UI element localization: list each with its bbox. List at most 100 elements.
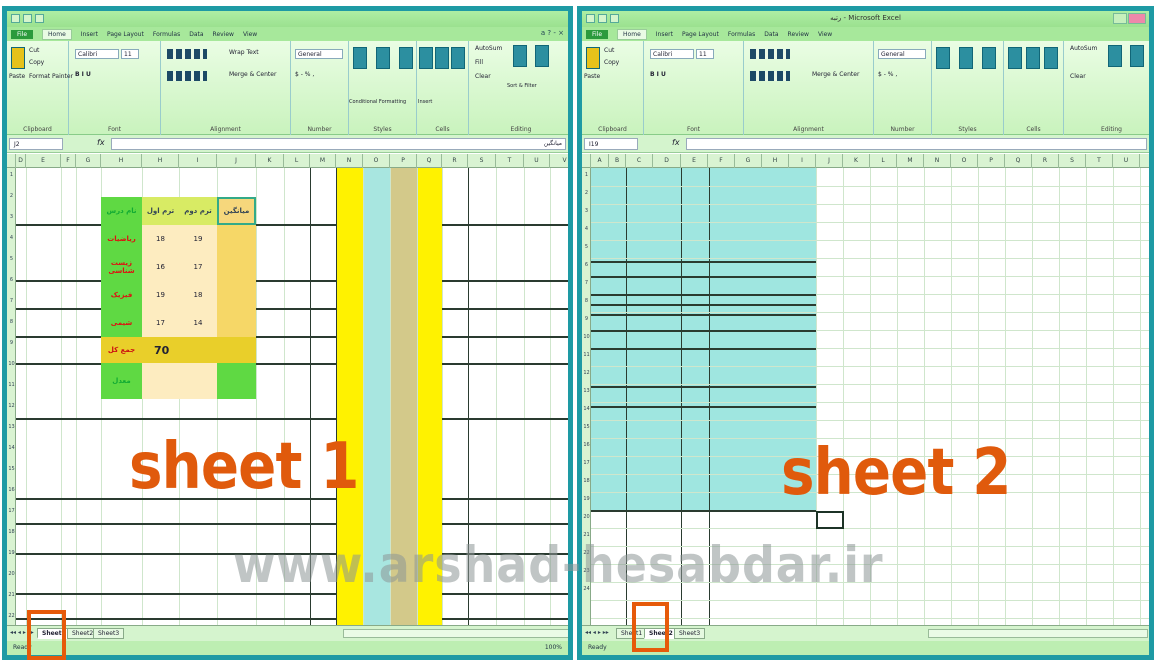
column-header[interactable]: C [626, 154, 653, 168]
row-header[interactable]: 14 [582, 406, 591, 412]
formula-input[interactable] [111, 138, 566, 150]
tab-review[interactable]: Review [213, 31, 234, 38]
row-header[interactable]: 9 [582, 316, 591, 322]
selected-cell-i19[interactable] [816, 511, 844, 529]
column-header[interactable]: N [924, 154, 951, 168]
row-header[interactable]: 6 [582, 262, 591, 268]
row-header[interactable]: 19 [582, 496, 591, 502]
row-header[interactable]: 16 [7, 487, 16, 493]
column-header[interactable]: O [363, 154, 390, 168]
header-term1[interactable]: ترم اول [142, 197, 179, 225]
formula-input[interactable] [686, 138, 1147, 150]
cell-styles-icon[interactable] [399, 47, 413, 69]
column-header[interactable]: K [256, 154, 284, 168]
column-header[interactable]: V [550, 154, 568, 168]
sort-filter-icon[interactable] [1108, 45, 1122, 67]
tab-nav-icons[interactable]: ◂◂ ◂ ▸ ▸▸ [585, 629, 609, 636]
column-header[interactable]: N [336, 154, 363, 168]
bold-button[interactable]: B I U [75, 71, 91, 78]
column-header[interactable]: L [870, 154, 897, 168]
select-all-corner[interactable] [582, 154, 591, 168]
tab-page-layout[interactable]: Page Layout [107, 31, 144, 38]
column-header[interactable]: B [609, 154, 626, 168]
row-header[interactable]: 13 [582, 388, 591, 394]
paste-button[interactable]: Paste [9, 73, 25, 80]
column-header[interactable]: G [76, 154, 101, 168]
row1-term2[interactable]: 19 [179, 225, 217, 253]
row-header[interactable]: 12 [582, 370, 591, 376]
number-format-select[interactable]: General [295, 49, 343, 59]
sheet-tab-3[interactable]: Sheet3 [674, 628, 706, 639]
row-header[interactable]: 14 [7, 445, 16, 451]
paste-icon[interactable] [586, 47, 600, 69]
merge-center-button[interactable]: Merge & Center [229, 71, 276, 78]
row-header[interactable]: 5 [582, 244, 591, 250]
insert-button[interactable]: Insert [418, 99, 432, 105]
row-header[interactable]: 6 [7, 277, 16, 283]
column-header[interactable]: Q [1005, 154, 1032, 168]
row-header[interactable]: 8 [582, 298, 591, 304]
column-header[interactable]: L [284, 154, 310, 168]
column-header[interactable]: T [1086, 154, 1113, 168]
tab-page-layout[interactable]: Page Layout [682, 31, 719, 38]
format-painter-button[interactable]: Format Painter [29, 73, 73, 80]
row-header[interactable]: 2 [582, 190, 591, 196]
row-header[interactable]: 16 [582, 442, 591, 448]
row1-average[interactable] [217, 225, 256, 253]
horizontal-scrollbar[interactable] [343, 629, 568, 638]
row-header[interactable]: 20 [7, 571, 16, 577]
row-header[interactable]: 1 [582, 172, 591, 178]
row-header[interactable]: 19 [7, 550, 16, 556]
paste-icon[interactable] [11, 47, 25, 69]
row-header[interactable]: 17 [582, 460, 591, 466]
indent-icons[interactable] [750, 71, 790, 81]
column-header[interactable]: M [897, 154, 924, 168]
fx-icon[interactable]: fx [672, 138, 680, 147]
delete-cells-icon[interactable] [435, 47, 449, 69]
save-icon[interactable] [11, 14, 20, 23]
row1-term1[interactable]: 18 [142, 225, 179, 253]
tab-view[interactable]: View [243, 31, 257, 38]
row-header[interactable]: 4 [582, 226, 591, 232]
row3-average[interactable] [217, 281, 256, 309]
insert-cells-icon[interactable] [1008, 47, 1022, 69]
autosum-button[interactable]: AutoSum [1070, 45, 1097, 52]
row4-term2[interactable]: 14 [179, 309, 217, 337]
row-header[interactable]: 11 [7, 382, 16, 388]
sort-filter-icon[interactable] [513, 45, 527, 67]
name-box[interactable]: I19 [584, 138, 638, 150]
column-header[interactable]: H [142, 154, 179, 168]
cell-styles-icon[interactable] [982, 47, 996, 69]
row2-subject[interactable]: زیست شناسی [101, 253, 142, 281]
avg-final[interactable] [217, 363, 256, 399]
tab-formulas[interactable]: Formulas [728, 31, 755, 38]
fill-button[interactable]: Fill [475, 59, 483, 66]
column-header[interactable]: M [310, 154, 336, 168]
format-cells-icon[interactable] [1044, 47, 1058, 69]
column-header[interactable]: P [390, 154, 417, 168]
column-header[interactable]: R [442, 154, 468, 168]
tab-home[interactable]: Home [617, 28, 647, 40]
paste-button[interactable]: Paste [584, 73, 600, 80]
tab-review[interactable]: Review [788, 31, 809, 38]
header-average[interactable]: میانگین [217, 197, 256, 225]
row-header[interactable]: 21 [7, 592, 16, 598]
cut-button[interactable]: Cut [29, 47, 39, 54]
insert-cells-icon[interactable] [419, 47, 433, 69]
column-header[interactable]: S [468, 154, 496, 168]
row-header[interactable]: 10 [582, 334, 591, 340]
cut-button[interactable]: Cut [604, 47, 614, 54]
column-header[interactable]: D [16, 154, 26, 168]
column-header[interactable]: E [26, 154, 61, 168]
column-header[interactable]: J [816, 154, 843, 168]
row3-subject[interactable]: فیزیک [101, 281, 142, 309]
wrap-text-button[interactable]: Wrap Text [229, 49, 259, 56]
row-header[interactable]: 13 [7, 424, 16, 430]
column-header[interactable]: U [1113, 154, 1140, 168]
row-header[interactable]: 10 [7, 361, 16, 367]
delete-cells-icon[interactable] [1026, 47, 1040, 69]
help-icons[interactable]: a ? - × [541, 29, 564, 37]
column-header[interactable]: F [708, 154, 735, 168]
row-header[interactable]: 22 [7, 613, 16, 619]
row4-average[interactable] [217, 309, 256, 337]
